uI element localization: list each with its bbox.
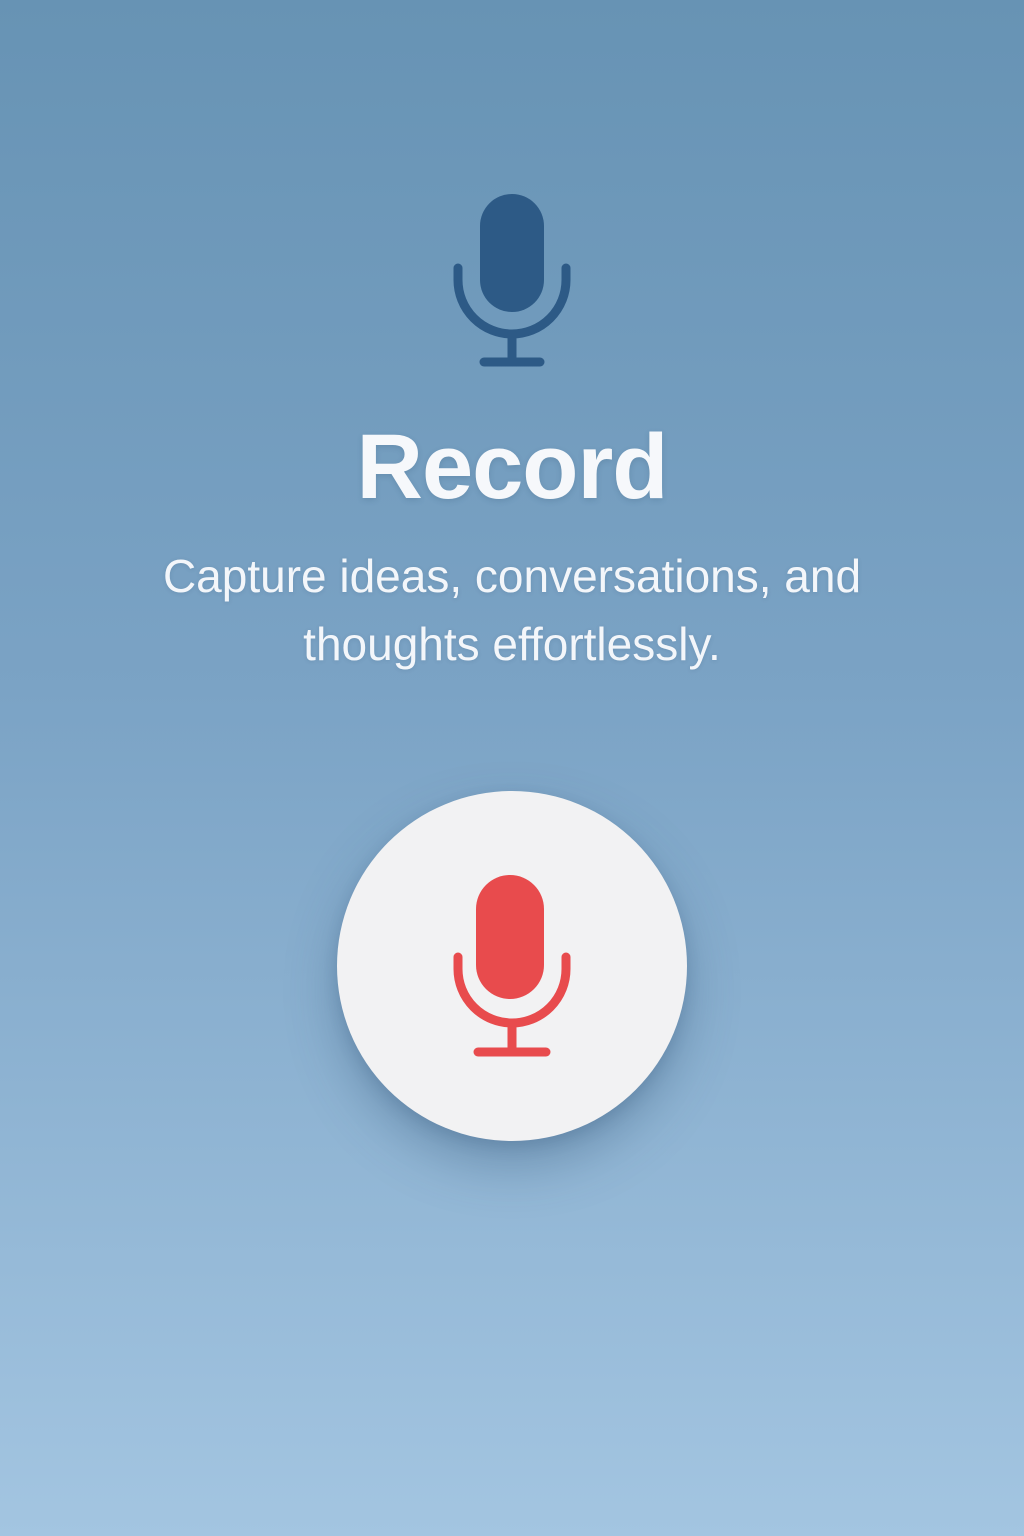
page-subtitle: Capture ideas, conversations, and though… bbox=[162, 550, 862, 670]
page-title: Record bbox=[356, 416, 669, 518]
microphone-icon bbox=[452, 192, 572, 370]
record-button[interactable] bbox=[337, 791, 687, 1141]
record-screen: Record Capture ideas, conversations, and… bbox=[0, 0, 1024, 1536]
microphone-icon bbox=[452, 875, 572, 1059]
